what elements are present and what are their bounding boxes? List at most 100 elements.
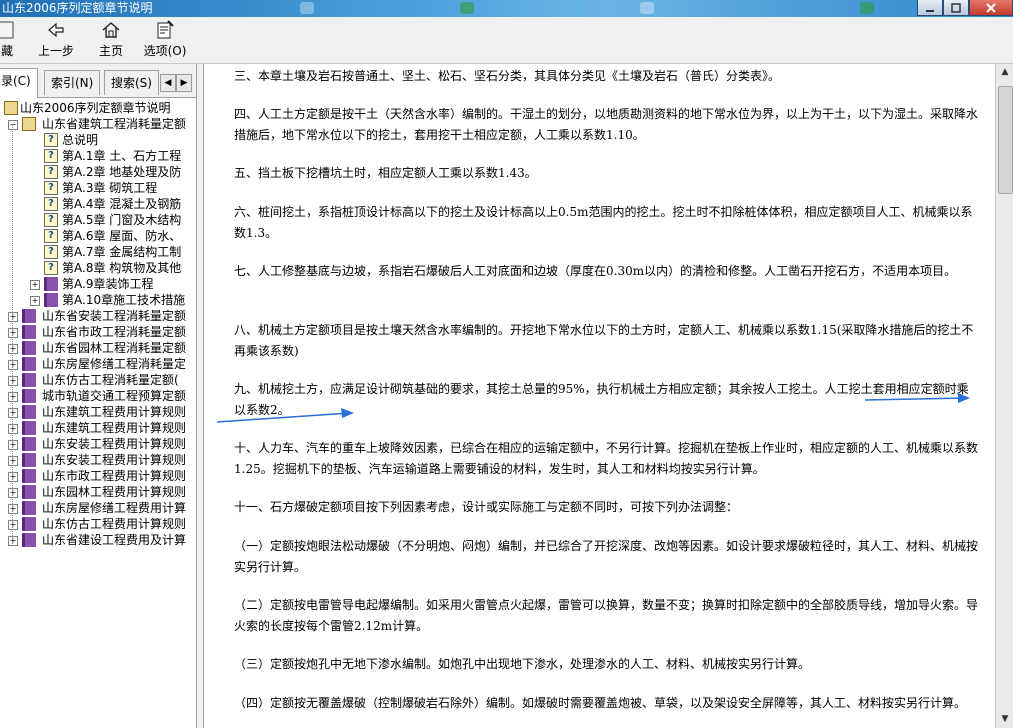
tab-search[interactable]: 搜索(S)	[104, 70, 159, 95]
expand-icon[interactable]: +	[8, 392, 18, 402]
tree-item[interactable]: + 山东省安装工程消耗量定额	[0, 308, 196, 324]
vertical-scrollbar[interactable]: ▲ ▼	[995, 64, 1013, 728]
expand-icon[interactable]: +	[30, 280, 40, 290]
scroll-up-icon[interactable]: ▲	[996, 64, 1013, 81]
tree-item[interactable]: + 山东建筑工程费用计算规则	[0, 420, 196, 436]
tree-item[interactable]: ? 第A.5章 门窗及木结构	[0, 212, 196, 228]
tab-scroll-left-button[interactable]: ◀	[160, 74, 176, 92]
book-icon	[22, 485, 36, 499]
close-icon	[986, 2, 996, 13]
expand-icon[interactable]: +	[8, 376, 18, 386]
tree-item[interactable]: + 山东房屋修缮工程费用计算	[0, 500, 196, 516]
tree-item-label: 山东省建设工程费用及计算	[42, 533, 187, 547]
tree-item[interactable]: + 山东建筑工程费用计算规则	[0, 404, 196, 420]
collapse-icon[interactable]: −	[8, 120, 18, 130]
expand-icon[interactable]: +	[8, 520, 18, 530]
tree-item[interactable]: + 山东省园林工程消耗量定额	[0, 340, 196, 356]
tree-item-label: 第A.4章 混凝土及钢筋	[62, 197, 182, 211]
tree-item[interactable]: ? 第A.4章 混凝土及钢筋	[0, 196, 196, 212]
paragraph: 九、机械挖土方，应满足设计砌筑基础的要求，其挖土总量的95%，执行机械土方相应定…	[234, 382, 969, 417]
expand-icon[interactable]: +	[8, 328, 18, 338]
tree-item-label: 第A.1章 土、石方工程	[62, 149, 182, 163]
home-button[interactable]: 主页	[96, 19, 126, 61]
paragraph: 八、机械土方定额项目是按土壤天然含水率编制的。开挖地下常水位以下的土方时，定额人…	[234, 323, 974, 358]
minimize-button[interactable]	[917, 0, 943, 16]
scroll-thumb[interactable]	[998, 86, 1013, 194]
decor-icon	[860, 2, 874, 14]
toolbar: 藏 上一步 主页 选项(O)	[0, 17, 1013, 64]
tree-item-label: 山东建筑工程费用计算规则	[42, 405, 187, 419]
tree-item[interactable]: ? 第A.2章 地基处理及防	[0, 164, 196, 180]
expand-icon[interactable]: +	[8, 536, 18, 546]
back-button[interactable]: 上一步	[36, 19, 76, 61]
tree-item-label: 第A.5章 门窗及木结构	[62, 213, 182, 227]
expand-icon[interactable]: +	[8, 408, 18, 418]
expand-icon[interactable]: +	[8, 456, 18, 466]
tree-item[interactable]: ? 第A.7章 金属结构工制	[0, 244, 196, 260]
tree-item[interactable]: − 山东省建筑工程消耗量定额	[0, 116, 196, 132]
expand-icon[interactable]: +	[8, 440, 18, 450]
paragraph: 三、本章土壤及岩石按普通土、坚土、松石、坚石分类，其具体分类见《土壤及岩石（普氏…	[234, 69, 781, 83]
tree-item[interactable]: + 山东省市政工程消耗量定额	[0, 324, 196, 340]
help-page-icon: ?	[44, 149, 58, 163]
tree-item[interactable]: ? 第A.3章 砌筑工程	[0, 180, 196, 196]
expand-icon[interactable]: +	[8, 344, 18, 354]
tree-item[interactable]: ? 第A.6章 屋面、防水、	[0, 228, 196, 244]
tree-item[interactable]: + 山东市政工程费用计算规则	[0, 468, 196, 484]
tab-index[interactable]: 索引(N)	[44, 70, 101, 95]
book-icon	[22, 389, 36, 403]
tab-scroll-right-button[interactable]: ▶	[176, 74, 192, 92]
tree-item[interactable]: + 山东安装工程费用计算规则	[0, 452, 196, 468]
tree-item[interactable]: 山东2006序列定额章节说明	[0, 100, 196, 116]
close-button[interactable]	[969, 0, 1013, 16]
tab-contents[interactable]: 录(C)	[0, 68, 38, 98]
favorites-button[interactable]: 藏	[0, 19, 20, 61]
tree-item-label: 山东房屋修缮工程费用计算	[42, 501, 187, 515]
tree-item[interactable]: + 第A.10章施工技术措施	[0, 292, 196, 308]
tree-item[interactable]: + 城市轨道交通工程预算定额	[0, 388, 196, 404]
options-icon	[157, 20, 174, 39]
tree-item[interactable]: ? 第A.8章 构筑物及其他	[0, 260, 196, 276]
open-book-icon	[4, 101, 18, 115]
tree-item[interactable]: + 山东安装工程费用计算规则	[0, 436, 196, 452]
tree-item-label: 山东省园林工程消耗量定额	[42, 341, 187, 355]
tree-item[interactable]: + 山东仿古工程消耗量定额(	[0, 372, 196, 388]
book-icon	[22, 325, 36, 339]
tree-item-label: 第A.2章 地基处理及防	[62, 165, 182, 179]
options-button[interactable]: 选项(O)	[142, 19, 188, 61]
decor-icon	[640, 2, 654, 14]
maximize-button[interactable]	[943, 0, 969, 16]
scroll-down-icon[interactable]: ▼	[996, 711, 1013, 728]
paragraph: （四）定额按无覆盖爆破（控制爆破岩石除外）编制。如爆破时需要覆盖炮被、草袋，以及…	[234, 696, 967, 710]
paragraph: （一）定额按炮眼法松动爆破（不分明炮、闷炮）编制，并已综合了开挖深度、改炮等因素…	[234, 539, 979, 574]
book-icon	[22, 453, 36, 467]
paragraph: 五、挡土板下挖槽坑土时，相应定额人工乘以系数1.43。	[234, 166, 537, 180]
book-icon	[22, 309, 36, 323]
expand-icon[interactable]: +	[8, 312, 18, 322]
tree-item[interactable]: + 山东园林工程费用计算规则	[0, 484, 196, 500]
tree-item[interactable]: + 山东省建设工程费用及计算	[0, 532, 196, 548]
expand-icon[interactable]: +	[8, 488, 18, 498]
tree-item[interactable]: + 山东房屋修缮工程消耗量定	[0, 356, 196, 372]
expand-icon[interactable]: +	[8, 504, 18, 514]
help-page-icon: ?	[44, 229, 58, 243]
decor-icon	[460, 2, 474, 14]
open-book-icon	[22, 117, 36, 131]
tree-item-label: 总说明	[62, 133, 99, 147]
tree-item-label: 第A.6章 屋面、防水、	[62, 229, 182, 243]
tree-item[interactable]: ? 第A.1章 土、石方工程	[0, 148, 196, 164]
navigation-pane: 录(C) 索引(N) 搜索(S) ◀ ▶ 山东2006序列定额章节说明 − 山东省建…	[0, 64, 197, 728]
expand-icon[interactable]: +	[8, 472, 18, 482]
home-icon	[102, 22, 120, 38]
tree-item[interactable]: + 第A.9章装饰工程	[0, 276, 196, 292]
minimize-icon	[926, 9, 934, 12]
tree-item-label: 山东安装工程费用计算规则	[42, 453, 187, 467]
paragraph: （二）定额按电雷管导电起爆编制。如采用火雷管点火起爆，雷管可以换算，数量不变；换…	[234, 598, 979, 633]
tree-item[interactable]: ? 总说明	[0, 132, 196, 148]
book-icon	[22, 437, 36, 451]
book-icon	[44, 277, 58, 291]
tree-item[interactable]: + 山东仿古工程费用计算规则	[0, 516, 196, 532]
expand-icon[interactable]: +	[8, 360, 18, 370]
expand-icon[interactable]: +	[8, 424, 18, 434]
expand-icon[interactable]: +	[30, 296, 40, 306]
